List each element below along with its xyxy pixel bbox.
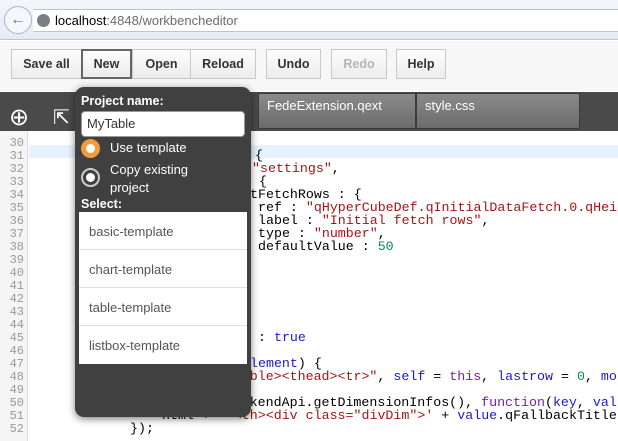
redo-button[interactable]: Redo	[331, 49, 387, 79]
open-button[interactable]: Open	[132, 49, 191, 79]
code-token: :	[258, 330, 274, 345]
template-item-table[interactable]: table-template	[79, 288, 247, 326]
code-token: .qFallbackTitle	[497, 408, 617, 423]
line-number: 32	[9, 162, 24, 176]
line-number: 40	[9, 266, 24, 280]
line-number: 38	[9, 240, 24, 254]
url-text: localhost:4848/workbencheditor	[55, 13, 238, 28]
line-number: 46	[9, 344, 24, 358]
code-token: 0	[576, 369, 585, 384]
copy-existing-label-line2: project	[110, 180, 150, 195]
code-token: mo	[600, 369, 617, 384]
line-number: 44	[9, 318, 24, 332]
line-number: 50	[9, 396, 24, 410]
code-token: true	[273, 330, 306, 345]
code-token: ,	[481, 213, 490, 228]
code-token: value	[457, 408, 498, 423]
copy-existing-label-line1: Copy existing	[110, 162, 189, 177]
tab-style-css[interactable]: style.css	[416, 93, 580, 129]
code-line: defaultValue : 50	[258, 240, 394, 253]
code-token: =	[553, 369, 577, 384]
code-token: ,	[377, 369, 394, 384]
line-number: 45	[9, 331, 24, 345]
code-token: '<th><div class="divDim">'	[225, 408, 434, 423]
line-number: 43	[9, 305, 24, 319]
reload-button[interactable]: Reload	[190, 49, 256, 79]
new-project-popup: Project name: MyTable Use template Copy …	[75, 87, 251, 417]
url-path: :4848/workbencheditor	[106, 13, 238, 28]
back-arrow-icon: ←	[10, 11, 26, 28]
code-token: lastrow	[497, 369, 553, 384]
tab-fedeextension-qext[interactable]: FedeExtension.qext	[258, 93, 416, 129]
project-name-label: Project name:	[81, 94, 164, 108]
code-token: ,	[584, 369, 601, 384]
code-token: +	[433, 408, 458, 423]
code-line: });	[130, 422, 154, 435]
template-item-chart[interactable]: chart-template	[79, 250, 247, 288]
browser-address-bar: ← localhost:4848/workbencheditor	[0, 0, 618, 40]
code-line: : true	[258, 331, 306, 344]
undo-button[interactable]: Undo	[266, 49, 321, 79]
line-number: 41	[9, 279, 24, 293]
code-token: self	[393, 369, 426, 384]
use-template-label: Use template	[110, 140, 187, 155]
new-button[interactable]: New	[81, 49, 132, 79]
line-number: 49	[9, 383, 24, 397]
code-token: });	[130, 421, 154, 436]
code-token: this	[449, 369, 482, 384]
url-input[interactable]: localhost:4848/workbencheditor	[33, 9, 618, 32]
back-button[interactable]: ←	[4, 6, 32, 34]
line-number: 30	[9, 136, 24, 150]
template-item-listbox[interactable]: listbox-template	[79, 326, 247, 364]
code-token: ,	[481, 369, 498, 384]
template-list: basic-template chart-template table-temp…	[79, 212, 247, 364]
line-number: 34	[9, 188, 24, 202]
line-number: 35	[9, 201, 24, 215]
copy-existing-radio[interactable]	[81, 168, 100, 187]
globe-icon	[37, 14, 50, 27]
help-button[interactable]: Help	[396, 49, 446, 79]
add-file-icon[interactable]: ⊕	[9, 106, 29, 130]
line-number: 33	[9, 175, 24, 189]
line-number: 31	[9, 149, 24, 163]
code-token: =	[425, 369, 450, 384]
export-icon[interactable]: ⇱	[53, 106, 70, 130]
line-number: 37	[9, 227, 24, 241]
code-token: 50	[377, 239, 394, 254]
line-number: 52	[9, 422, 24, 436]
code-token: defaultValue :	[258, 239, 378, 254]
template-item-basic[interactable]: basic-template	[79, 212, 247, 250]
line-number: 48	[9, 370, 24, 384]
project-name-input[interactable]: MyTable	[81, 111, 245, 137]
url-host: localhost	[55, 13, 107, 28]
line-number-gutter: 30 31 32 33 34 35 36 37 38 39 40 41 42 43 44 45 46 47 48 49…	[0, 131, 28, 441]
use-template-radio[interactable]	[81, 139, 100, 158]
line-number: 51	[9, 409, 24, 423]
save-all-button[interactable]: Save all	[11, 49, 82, 79]
code-token: ,	[331, 161, 340, 176]
select-label: Select:	[81, 197, 122, 211]
line-number: 39	[9, 253, 24, 267]
line-number: 36	[9, 214, 24, 228]
line-number: 47	[9, 357, 24, 371]
toolbar: Save all New Open Reload Undo Redo Help	[0, 41, 618, 91]
copy-existing-label: Copy existing project	[110, 161, 188, 197]
line-number: 42	[9, 292, 24, 306]
